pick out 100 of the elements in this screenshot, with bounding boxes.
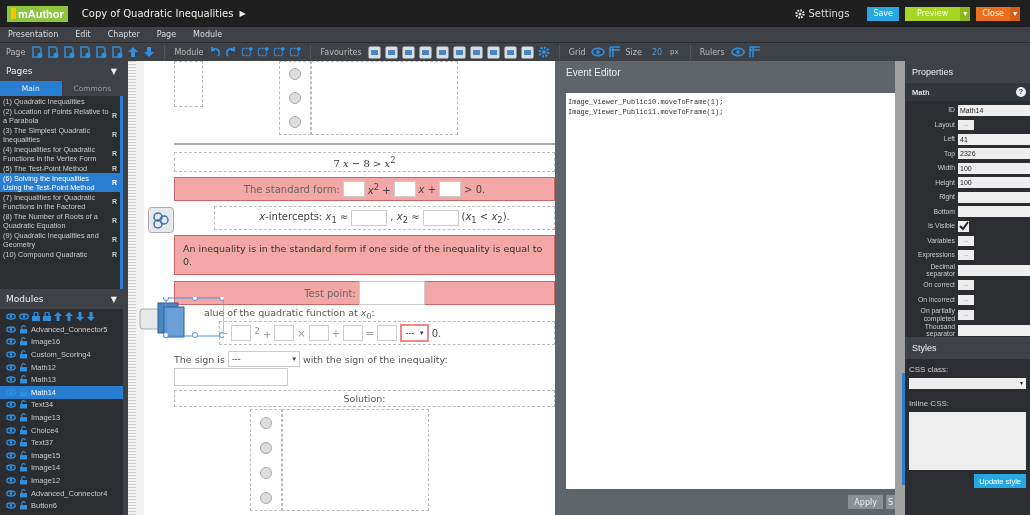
eye-icon[interactable] (6, 426, 16, 434)
title-arrow[interactable]: ▶ (239, 9, 246, 18)
label: The sign is (174, 353, 225, 365)
eye-icon[interactable] (6, 489, 16, 497)
eye-icon[interactable] (6, 439, 16, 447)
lock-icon[interactable] (20, 362, 27, 372)
settings-icon[interactable] (537, 46, 550, 58)
document-icon[interactable] (79, 46, 92, 58)
lock-icon[interactable] (20, 463, 27, 473)
ruler-icon[interactable] (748, 46, 761, 58)
input-field[interactable] (958, 191, 1030, 203)
frame-icon[interactable] (241, 46, 254, 58)
frame-icon[interactable] (257, 46, 270, 58)
input-field[interactable] (958, 206, 1030, 217)
eye-icon[interactable] (6, 476, 16, 484)
close-dropdown[interactable]: ▾ (1010, 6, 1020, 21)
widget-icon[interactable] (469, 45, 483, 59)
lock-icon[interactable] (20, 501, 27, 511)
lock-icon[interactable] (32, 311, 40, 321)
document-icon[interactable] (63, 46, 76, 58)
label: Solution: (343, 393, 386, 404)
lock-icon[interactable] (20, 375, 27, 385)
lock-icon[interactable] (43, 311, 51, 321)
arrow-down-icon[interactable] (143, 46, 156, 58)
eye-icon[interactable] (6, 413, 16, 421)
lock-icon[interactable] (20, 324, 27, 334)
math-text: (x$_{1}$ < x$_{2}$). (461, 211, 510, 225)
lock-icon[interactable] (20, 412, 27, 422)
module-frame (174, 61, 203, 107)
redo-icon[interactable] (225, 46, 238, 58)
widget-icon[interactable] (384, 45, 398, 59)
lock-icon[interactable] (20, 425, 27, 435)
lock-icon[interactable] (20, 400, 27, 410)
widget-icon[interactable] (401, 45, 415, 59)
radio-button[interactable] (260, 466, 272, 479)
widget-icon[interactable] (435, 45, 449, 59)
grid-size-field[interactable]: 20 (647, 47, 667, 57)
eye-icon[interactable] (591, 47, 606, 57)
radio-button[interactable] (289, 92, 301, 104)
menu-item[interactable]: Presentation (8, 30, 59, 39)
eye-icon[interactable] (6, 325, 16, 333)
eye-icon[interactable] (6, 376, 16, 384)
menu-item[interactable]: Edit (75, 30, 91, 39)
eye-icon[interactable] (6, 363, 16, 371)
field-label: CSS class: (909, 365, 950, 374)
menu-item[interactable]: Page (156, 30, 177, 39)
checkbox[interactable] (958, 220, 969, 232)
connector-icon[interactable] (148, 207, 174, 233)
instruction-text: alue of the quadratic function at x$_{0}$: (204, 307, 375, 318)
eye-icon[interactable] (19, 312, 29, 320)
input-field[interactable] (958, 264, 1030, 276)
widget-icon[interactable] (520, 45, 534, 59)
math-text: , x$_{2}$ ≈ (390, 211, 420, 225)
lock-icon[interactable] (20, 337, 27, 347)
menu-item[interactable]: Module (193, 30, 223, 39)
frame-icon[interactable] (273, 46, 286, 58)
presentation-title: Copy of Quadratic Inequalities (81, 8, 234, 19)
radio-button[interactable] (260, 441, 272, 454)
widget-icon[interactable] (503, 45, 517, 59)
widget-icon[interactable] (367, 45, 381, 59)
eye-icon[interactable] (6, 338, 16, 346)
document-icon[interactable] (111, 46, 124, 58)
lock-icon[interactable] (20, 450, 27, 460)
undo-icon[interactable] (209, 46, 222, 58)
lock-icon[interactable] (20, 350, 27, 359)
lock-icon[interactable] (20, 488, 27, 498)
panel-title: Modules (6, 294, 44, 304)
radio-button[interactable] (289, 68, 301, 80)
collapse-caret[interactable]: ▼ (110, 66, 117, 76)
toolbar-label: Grid (568, 47, 586, 57)
lock-icon[interactable] (20, 475, 27, 485)
eye-icon[interactable] (6, 312, 16, 320)
eye-icon[interactable] (730, 47, 745, 57)
settings-button[interactable]: Settings (789, 7, 856, 20)
radio-button[interactable] (260, 491, 272, 504)
document-icon[interactable] (95, 46, 108, 58)
arrow-up-icon[interactable] (127, 46, 140, 58)
widget-icon[interactable] (452, 45, 466, 59)
math-text: = (366, 327, 375, 339)
eye-icon[interactable] (6, 502, 16, 510)
lock-icon[interactable] (20, 438, 27, 448)
collapse-caret[interactable]: ▼ (110, 294, 117, 304)
eye-icon[interactable] (6, 451, 16, 459)
document-icon[interactable] (47, 46, 60, 58)
scrollbar[interactable] (895, 61, 905, 515)
frame-icon[interactable] (289, 46, 302, 58)
eye-icon[interactable] (6, 401, 16, 409)
radio-button[interactable] (260, 416, 272, 429)
eye-icon[interactable] (6, 351, 16, 358)
document-icon[interactable] (31, 46, 44, 58)
eye-icon[interactable] (6, 464, 16, 472)
menu-item[interactable]: Chapter (107, 30, 140, 39)
label: Test point: (304, 287, 356, 299)
label: The standard form: (243, 183, 340, 195)
widget-icon[interactable] (486, 45, 500, 59)
grid-icon[interactable] (609, 46, 622, 58)
input-field[interactable] (958, 324, 1030, 336)
radio-button[interactable] (289, 116, 301, 128)
inline-css-field[interactable] (909, 412, 1026, 470)
widget-icon[interactable] (418, 45, 432, 59)
